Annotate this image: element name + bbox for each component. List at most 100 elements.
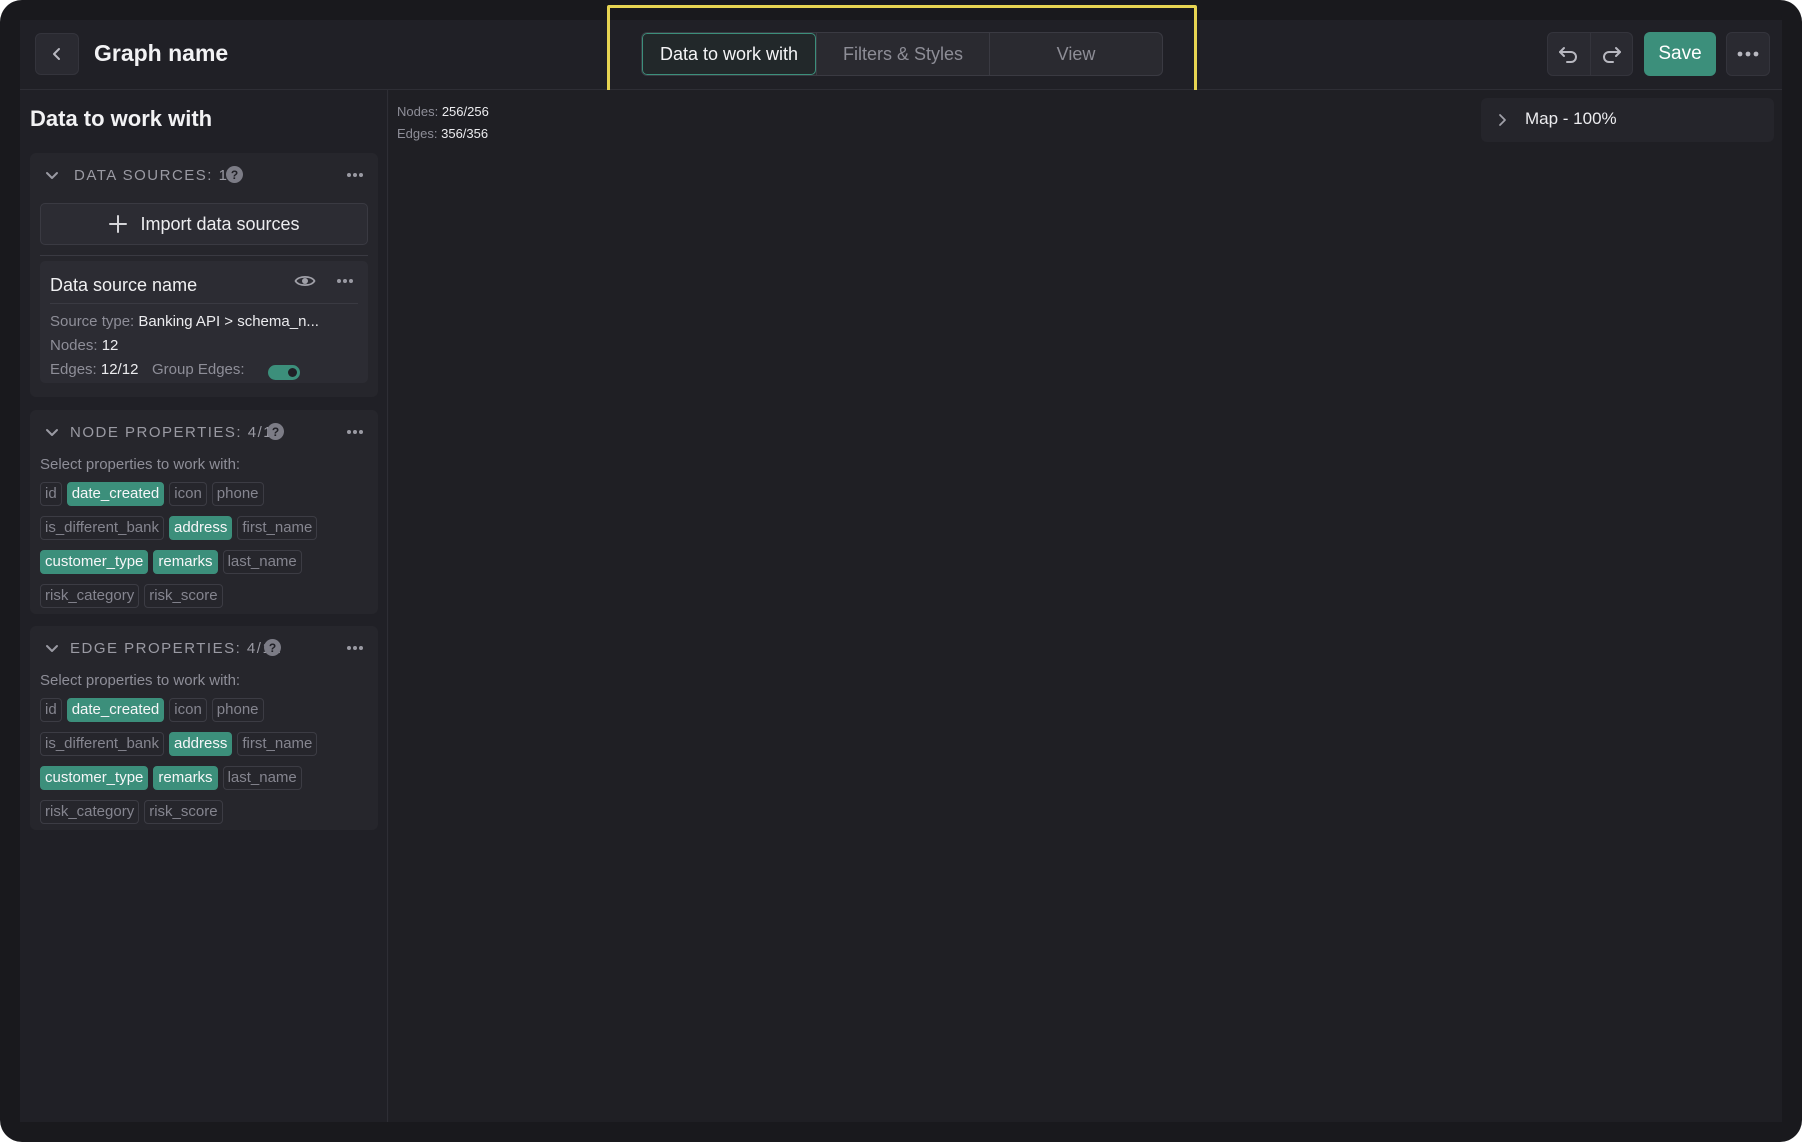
property-chip-first-name[interactable]: first_name [237,516,318,540]
property-chip-is-different-bank[interactable]: is_different_bank [40,516,164,540]
edge-properties-header[interactable]: EDGE PROPERTIES: 4/12 ? [30,626,378,670]
canvas-nodes-value: 256/256 [441,104,489,119]
chip-row: risk_category risk_score [40,800,370,824]
property-chip-remarks[interactable]: remarks [153,766,218,790]
property-chip-first-name[interactable]: first_name [237,732,318,756]
property-chip-id[interactable]: id [40,482,62,506]
property-chip-is-different-bank[interactable]: is_different_bank [40,732,164,756]
edges-value: 12/12 [100,361,139,378]
property-chip-last-name[interactable]: last_name [222,550,302,574]
node-properties-header[interactable]: NODE PROPERTIES: 4/12 ? [30,410,378,454]
redo-icon [1603,47,1622,63]
sidebar-title: Data to work with [30,106,213,131]
property-chip-last-name[interactable]: last_name [222,766,302,790]
property-chip-risk-category[interactable]: risk_category [40,584,140,608]
chip-row: customer_type remarks last_name [40,766,370,790]
chevron-down-icon[interactable] [44,167,60,183]
chip-row: customer_type remarks last_name [40,550,370,574]
data-sources-label: DATA SOURCES: 1 [74,167,229,184]
eye-icon[interactable] [294,273,316,289]
nodes-label: Nodes: [50,337,98,354]
help-icon[interactable]: ? [226,166,243,183]
property-chip-phone[interactable]: phone [211,698,264,722]
edge-properties-hint: Select properties to work with: [40,672,241,689]
group-edges-toggle[interactable] [268,365,300,380]
property-chip-risk-score[interactable]: risk_score [144,584,223,608]
chevron-right-icon [1499,114,1506,126]
save-button[interactable]: Save [1644,32,1716,76]
property-chip-address[interactable]: address [168,732,233,756]
property-chip-icon[interactable]: icon [169,482,207,506]
help-icon[interactable]: ? [264,639,281,656]
left-sidebar: Data to work with DATA SOURCES: 1 ? Impo… [20,90,388,1122]
chevron-down-icon[interactable] [44,640,60,656]
data-sources-panel: DATA SOURCES: 1 ? Import data sources Da… [30,153,378,397]
property-chip-id[interactable]: id [40,698,62,722]
back-button[interactable] [35,33,79,75]
help-icon[interactable]: ? [267,423,284,440]
property-chip-risk-score[interactable]: risk_score [144,800,223,824]
canvas-edges-count: Edges: 356/356 [397,126,488,141]
chip-row: id date_created icon phone [40,482,370,506]
history-controls [1547,32,1633,76]
plus-icon [109,215,128,233]
nodes-value: 12 [101,337,119,354]
data-source-name: Data source name [50,275,198,295]
chip-row: risk_category risk_score [40,584,370,608]
source-type-row: Source type: Banking API > schema_n... [50,313,319,330]
graph-title: Graph name [94,40,229,66]
source-type-label: Source type: [50,313,135,330]
canvas-nodes-count: Nodes: 256/256 [397,104,489,119]
source-type-value: Banking API > schema_n... [138,313,319,330]
redo-button[interactable] [1589,33,1633,75]
property-chip-icon[interactable]: icon [169,698,207,722]
tab-data-to-work-with[interactable]: Data to work with [642,33,816,75]
chevron-down-icon[interactable] [44,424,60,440]
property-chip-customer-type[interactable]: customer_type [40,550,149,574]
property-chip-phone[interactable]: phone [211,482,264,506]
undo-icon [1558,47,1577,63]
node-properties-label: NODE PROPERTIES: 4/12 [70,424,283,441]
edge-property-chips: id date_created icon phone is_different_bank… [40,698,370,834]
property-chip-date-created[interactable]: date_created [66,482,165,506]
data-sources-header[interactable]: DATA SOURCES: 1 ? [30,153,378,197]
nodes-row: Nodes: 12 [50,337,118,354]
tab-filters-styles[interactable]: Filters & Styles [816,33,989,75]
edge-properties-panel: EDGE PROPERTIES: 4/12 ? Select propertie… [30,626,378,830]
node-property-chips: id date_created icon phone is_different_bank… [40,482,370,618]
divider [50,303,358,304]
top-bar: Graph name Data to work with Filters & S… [20,5,1782,103]
property-chip-customer-type[interactable]: customer_type [40,766,149,790]
tab-view[interactable]: View [989,33,1162,75]
graph-canvas[interactable]: Nodes: 256/256 Edges: 356/356 Map - 100% [389,90,1782,1122]
undo-button[interactable] [1548,33,1590,75]
chip-row: is_different_bank address first_name [40,732,370,756]
group-edges-label: Group Edges: [152,361,245,378]
app-frame: Graph name Data to work with Filters & S… [0,0,1802,1142]
minimap-toggle[interactable]: Map - 100% [1481,98,1774,142]
more-horizontal-icon [1737,51,1759,57]
more-options-button[interactable] [1726,32,1770,76]
property-chip-address[interactable]: address [168,516,233,540]
edges-label: Edges: [50,361,97,378]
property-chip-date-created[interactable]: date_created [66,698,165,722]
import-label: Import data sources [140,213,300,234]
more-horizontal-icon[interactable] [346,645,364,651]
property-chip-risk-category[interactable]: risk_category [40,800,140,824]
chip-row: id date_created icon phone [40,698,370,722]
property-chip-remarks[interactable]: remarks [153,550,218,574]
more-horizontal-icon[interactable] [336,278,354,284]
more-horizontal-icon[interactable] [346,172,364,178]
import-data-sources-button[interactable]: Import data sources [40,203,368,245]
edges-row: Edges: 12/12 [50,361,138,378]
edge-properties-label: EDGE PROPERTIES: 4/12 [70,640,283,657]
canvas-edges-label: Edges: [397,126,438,141]
chip-row: is_different_bank address first_name [40,516,370,540]
more-horizontal-icon[interactable] [346,429,364,435]
mode-tabs: Data to work with Filters & Styles View [641,32,1163,76]
canvas-nodes-label: Nodes: [397,104,439,119]
canvas-edges-value: 356/356 [441,126,489,141]
graph-editor: Graph name Data to work with Filters & S… [20,5,1782,1122]
minimap-label: Map - 100% [1525,109,1617,128]
data-source-card: Data source name Source type: Banking AP… [40,261,368,383]
